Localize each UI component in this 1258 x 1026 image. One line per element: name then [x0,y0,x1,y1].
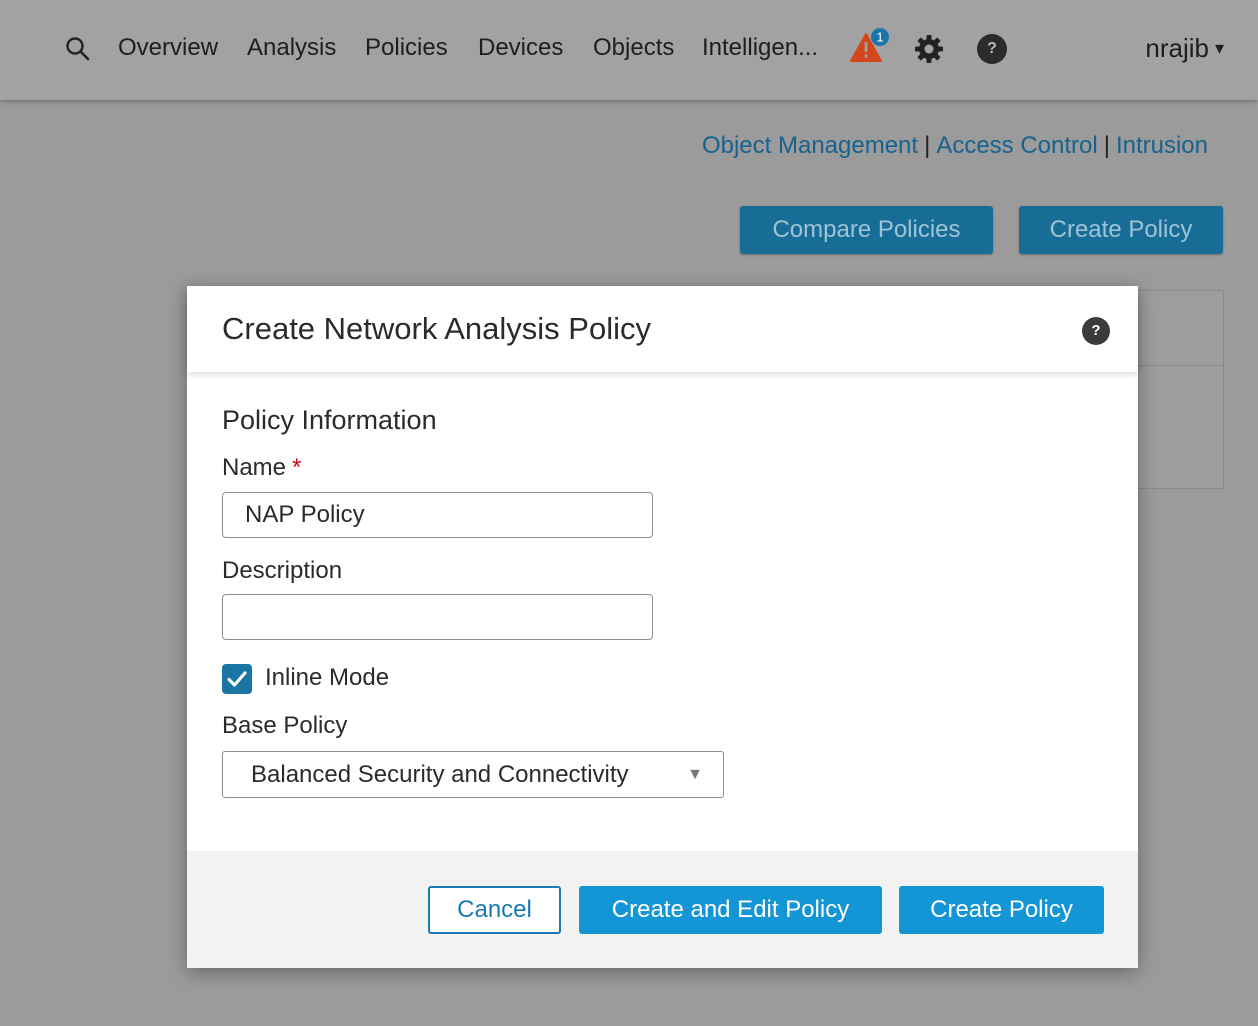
nav-item-intelligence[interactable]: Intelligen... [702,33,818,63]
link-separator: | [1103,132,1110,159]
top-navigation-bar: Overview Analysis Policies Devices Objec… [0,0,1258,100]
inline-mode-checkbox[interactable] [222,664,252,694]
inline-mode-label[interactable]: Inline Mode [265,663,389,693]
cancel-button[interactable]: Cancel [428,886,561,934]
name-label-text: Name [222,454,287,481]
policy-table-background [1136,290,1224,489]
base-policy-label: Base Policy [222,712,348,739]
chevron-down-icon: ▾ [1214,38,1224,58]
dialog-title: Create Network Analysis Policy [222,311,651,346]
nav-item-policies[interactable]: Policies [365,33,448,63]
base-policy-select[interactable]: Balanced Security and Connectivity ▼ [222,751,724,798]
policy-links: Object Management | Access Control | Intrusi… [702,131,1208,161]
description-label: Description [222,557,343,584]
alert-count-badge: 1 [876,30,883,45]
create-policy-button[interactable]: Create Policy [899,886,1104,934]
page-create-policy-button[interactable]: Create Policy [1019,206,1223,254]
name-field[interactable] [222,492,653,538]
dialog-footer: Cancel Create and Edit Policy Create Pol… [187,851,1138,968]
gear-icon[interactable] [913,33,945,65]
user-name: nrajib [1145,33,1209,63]
search-icon[interactable] [64,35,92,63]
required-indicator: * [292,454,302,481]
user-menu[interactable]: nrajib ▾ [1145,33,1224,63]
alert-icon[interactable]: 1 [850,28,894,68]
help-icon[interactable]: ? [977,34,1007,64]
description-field[interactable] [222,594,653,640]
nav-item-analysis[interactable]: Analysis [247,33,336,63]
compare-policies-button[interactable]: Compare Policies [740,206,993,254]
dropdown-caret-icon: ▼ [687,766,703,783]
help-icon[interactable]: ? [1082,317,1110,345]
nav-item-objects[interactable]: Objects [593,33,674,63]
table-divider [1137,365,1223,366]
create-network-analysis-policy-dialog: Create Network Analysis Policy ? Policy … [187,286,1138,968]
link-separator: | [924,132,931,159]
link-intrusion[interactable]: Intrusion [1116,132,1208,159]
link-object-management[interactable]: Object Management [702,132,918,159]
dialog-header: Create Network Analysis Policy ? [187,286,1138,372]
link-access-control[interactable]: Access Control [936,132,1097,159]
base-policy-value: Balanced Security and Connectivity [251,761,629,788]
nav-item-overview[interactable]: Overview [118,33,218,63]
name-label: Name * [222,453,301,483]
checkmark-icon [227,671,247,687]
section-title: Policy Information [222,405,437,435]
create-and-edit-policy-button[interactable]: Create and Edit Policy [579,886,882,934]
nav-item-devices[interactable]: Devices [478,33,563,63]
